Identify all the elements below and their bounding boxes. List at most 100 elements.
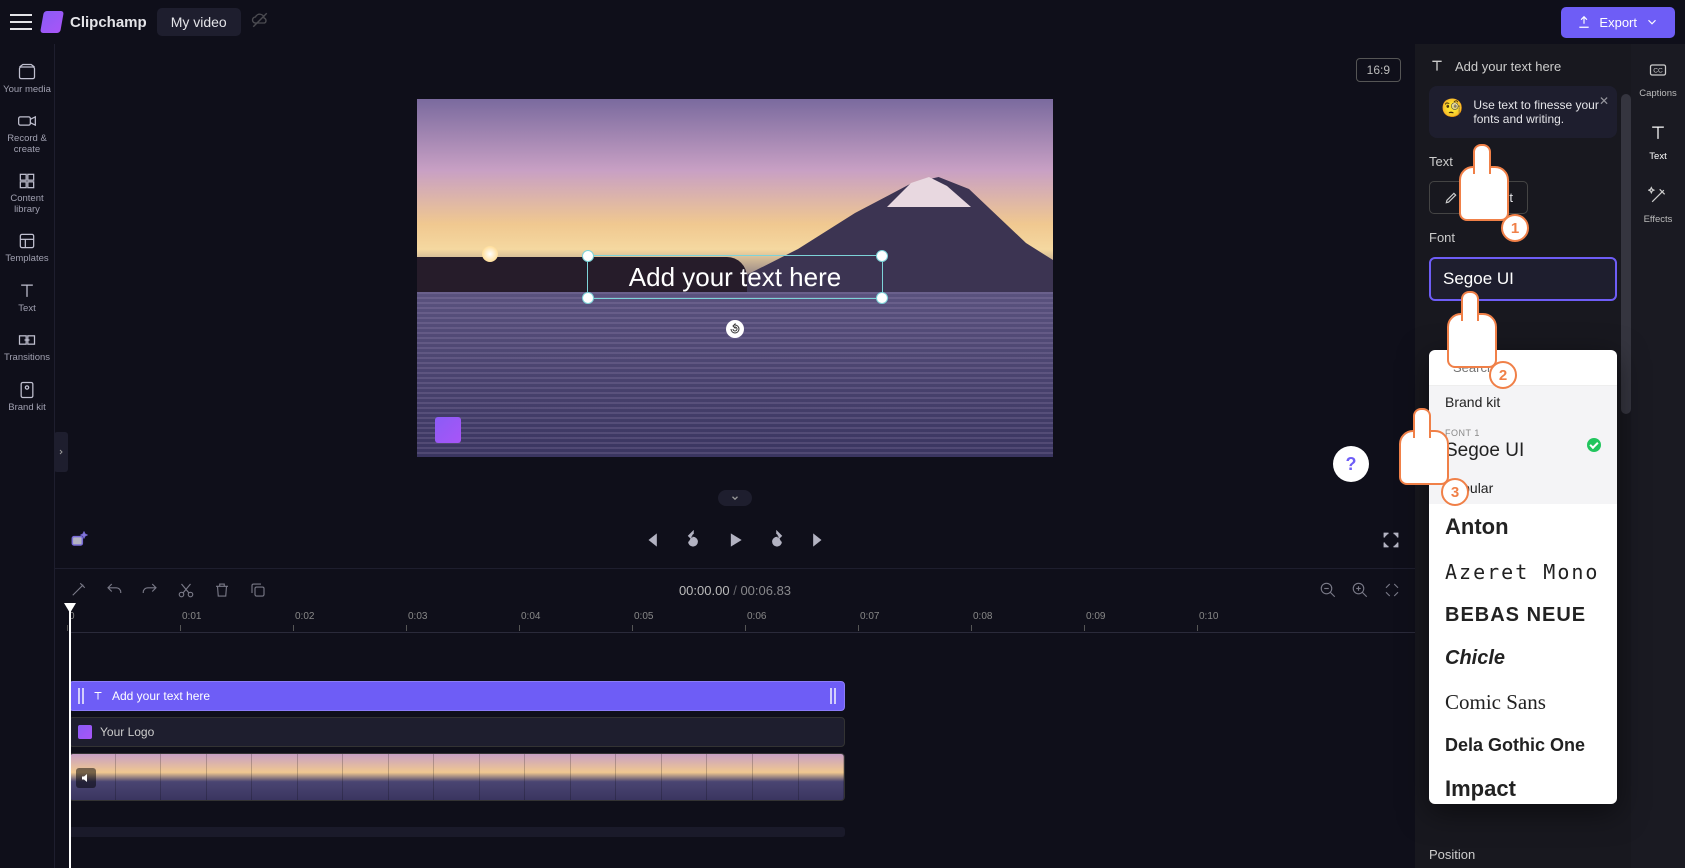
menu-icon[interactable] xyxy=(10,11,32,33)
time-display: 00:00.00 / 00:06.83 xyxy=(679,583,791,598)
sidebar-templates[interactable]: Templates xyxy=(2,225,52,270)
rotate-handle[interactable] xyxy=(726,320,744,338)
aspect-ratio-button[interactable]: 16:9 xyxy=(1356,58,1401,82)
tab-effects[interactable]: Effects xyxy=(1644,186,1673,225)
logo-overlay[interactable] xyxy=(435,417,461,443)
video-clip[interactable] xyxy=(69,753,845,801)
text-overlay[interactable]: Add your text here xyxy=(587,255,883,299)
duplicate-icon[interactable] xyxy=(249,581,267,599)
sidebar-brandkit[interactable]: Brand kit xyxy=(2,374,52,419)
delete-icon[interactable] xyxy=(213,581,231,599)
video-preview[interactable]: Add your text here xyxy=(417,99,1053,457)
edit-text-button[interactable]: Edit text xyxy=(1429,181,1528,214)
text-section-label: Text xyxy=(1429,154,1617,169)
timeline-ruler[interactable]: 00:010:020:030:040:050:060:070:080:090:1… xyxy=(69,611,1415,633)
sidebar-transitions[interactable]: Transitions xyxy=(2,324,52,369)
tick: 0:05 xyxy=(634,611,653,622)
font-group-brandkit[interactable]: Brand kit xyxy=(1429,386,1617,418)
font-search-input[interactable] xyxy=(1453,360,1617,375)
brand: Clipchamp xyxy=(42,11,147,33)
zoom-fit-icon[interactable] xyxy=(1383,581,1401,599)
brand-label: Clipchamp xyxy=(70,14,147,31)
sidebar-your-media[interactable]: Your media xyxy=(2,56,52,101)
magic-icon[interactable] xyxy=(69,581,87,599)
font-select[interactable]: Segoe UI xyxy=(1429,257,1617,301)
export-label: Export xyxy=(1599,15,1637,30)
play-button[interactable] xyxy=(725,530,745,550)
tab-captions[interactable]: CC Captions xyxy=(1639,60,1677,99)
chevron-down-icon xyxy=(1645,15,1659,29)
sync-off-icon[interactable] xyxy=(251,11,269,34)
zoom-in-icon[interactable] xyxy=(1351,581,1369,599)
font-dropdown: Brand kit FONT 1 Segoe UI Popular Anton … xyxy=(1429,350,1617,804)
back5-icon[interactable] xyxy=(683,530,703,550)
resize-handle[interactable] xyxy=(876,250,888,262)
undo-icon[interactable] xyxy=(105,581,123,599)
font-item[interactable]: BEBAS NEUE xyxy=(1429,594,1617,637)
sidebar-record[interactable]: Record & create xyxy=(2,105,52,161)
transport-bar xyxy=(55,512,1415,568)
audio-track[interactable] xyxy=(69,827,845,837)
help-button[interactable]: ? xyxy=(1333,446,1369,482)
tick: 0:01 xyxy=(182,611,201,622)
export-button[interactable]: Export xyxy=(1561,7,1675,38)
font-section-label: Font xyxy=(1429,230,1617,245)
mute-icon[interactable] xyxy=(76,768,96,788)
text-clip[interactable]: Add your text here xyxy=(69,681,845,711)
resize-handle[interactable] xyxy=(876,292,888,304)
font-item[interactable]: Impact xyxy=(1429,766,1617,804)
panel-scrollbar[interactable] xyxy=(1621,94,1631,414)
skip-forward-icon[interactable] xyxy=(809,530,829,550)
resize-handle[interactable] xyxy=(582,250,594,262)
close-icon[interactable]: ✕ xyxy=(1599,94,1609,108)
font-search[interactable] xyxy=(1429,350,1617,386)
forward5-icon[interactable] xyxy=(767,530,787,550)
font-item-segoe[interactable]: FONT 1 Segoe UI xyxy=(1429,418,1617,472)
zoom-out-icon[interactable] xyxy=(1319,581,1337,599)
emoji-icon: 🧐 xyxy=(1441,98,1463,126)
sidebar-content-library[interactable]: Content library xyxy=(2,165,52,221)
font-item[interactable]: Comic Sans xyxy=(1429,680,1617,725)
tip-box: 🧐 Use text to finesse your fonts and wri… xyxy=(1429,86,1617,138)
clip-right-handle[interactable] xyxy=(830,688,836,704)
logo-clip[interactable]: Your Logo xyxy=(69,717,845,747)
tick: 0:10 xyxy=(1199,611,1218,622)
left-sidebar: Your media Record & create Content libra… xyxy=(0,44,55,868)
pencil-icon xyxy=(1444,191,1458,205)
enhance-icon[interactable] xyxy=(69,530,89,550)
font-item[interactable]: Chicle xyxy=(1429,637,1617,680)
playhead[interactable] xyxy=(69,611,71,868)
tick: 0:06 xyxy=(747,611,766,622)
check-icon xyxy=(1587,438,1601,452)
redo-icon[interactable] xyxy=(141,581,159,599)
font-item[interactable]: Dela Gothic One xyxy=(1429,725,1617,766)
tick: 0:07 xyxy=(860,611,879,622)
panel-title: Add your text here xyxy=(1455,59,1561,74)
font-item[interactable]: Anton xyxy=(1429,504,1617,550)
right-rail: CC Captions Text Effects xyxy=(1631,44,1685,868)
font-item[interactable]: Azeret Mono xyxy=(1429,550,1617,594)
video-title[interactable]: My video xyxy=(157,8,241,36)
tick: 0:08 xyxy=(973,611,992,622)
tick: 0:04 xyxy=(521,611,540,622)
collapse-right-icon[interactable] xyxy=(1405,444,1419,484)
clip-left-handle[interactable] xyxy=(78,688,84,704)
fullscreen-icon[interactable] xyxy=(1381,530,1401,550)
collapse-stage-icon[interactable] xyxy=(718,490,752,506)
svg-text:CC: CC xyxy=(1653,68,1663,75)
skip-back-icon[interactable] xyxy=(641,530,661,550)
position-section-label: Position xyxy=(1429,847,1475,862)
font-group-popular[interactable]: Popular xyxy=(1429,472,1617,504)
clipchamp-logo-icon xyxy=(78,725,92,739)
clipchamp-logo-icon xyxy=(40,11,64,33)
tab-text[interactable]: Text xyxy=(1648,123,1668,162)
cut-icon[interactable] xyxy=(177,581,195,599)
sidebar-text[interactable]: Text xyxy=(2,275,52,320)
properties-panel: Add your text here 🧐 Use text to finesse… xyxy=(1415,44,1631,868)
text-icon xyxy=(92,690,104,702)
text-icon xyxy=(1429,58,1445,74)
tick: 0:02 xyxy=(295,611,314,622)
tick: 0:03 xyxy=(408,611,427,622)
tick: 0:09 xyxy=(1086,611,1105,622)
resize-handle[interactable] xyxy=(582,292,594,304)
